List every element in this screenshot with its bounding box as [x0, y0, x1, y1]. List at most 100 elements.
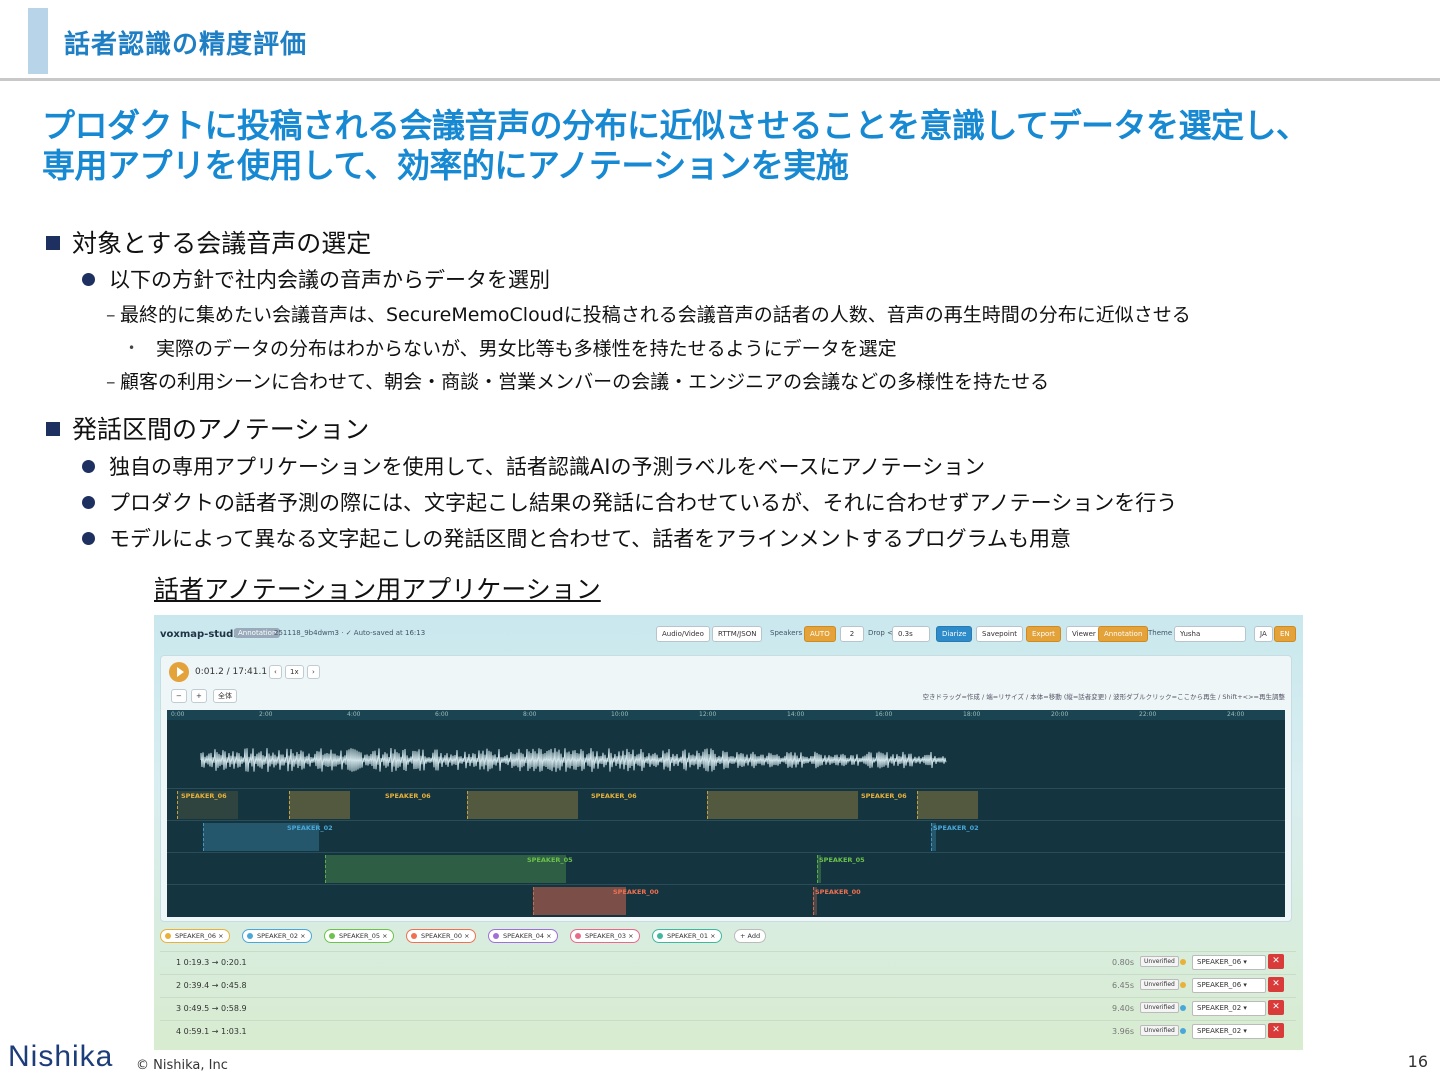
delete-segment-button[interactable]: ✕: [1268, 977, 1284, 992]
bullet-text: モデルによって異なる文字起こしの発話区間と合わせて、話者をアラインメントするプロ…: [109, 527, 1072, 551]
segment-label: SPEAKER_05: [819, 856, 865, 864]
ruler-tick: 0:00: [171, 711, 185, 718]
theme-select[interactable]: Yusha: [1174, 626, 1246, 642]
zoom-out-button[interactable]: −: [171, 689, 187, 703]
savepoint-button[interactable]: Savepoint: [976, 626, 1024, 642]
chip-remove-icon[interactable]: ×: [626, 932, 633, 940]
add-speaker-button[interactable]: + Add: [734, 929, 767, 943]
diarize-button[interactable]: Diarize: [936, 626, 973, 642]
verify-status-badge[interactable]: Unverified: [1140, 979, 1179, 990]
section-1-heading: 対象とする会議音声の選定: [46, 224, 371, 260]
segment[interactable]: [707, 791, 858, 819]
copyright: © Nishika, Inc: [136, 1058, 228, 1073]
audio-video-button[interactable]: Audio/Video: [656, 626, 710, 642]
lane-speaker-05[interactable]: SPEAKER_05 SPEAKER_05: [167, 852, 1285, 885]
segment-label: SPEAKER_05: [527, 856, 573, 864]
fit-all-button[interactable]: 全体: [213, 689, 237, 703]
ruler-tick: 24:00: [1227, 711, 1245, 718]
lane-speaker-00[interactable]: SPEAKER_00 SPEAKER_00: [167, 884, 1285, 917]
annotation-app-screenshot: voxmap-studio Annotation 251118_9b4dwm3 …: [154, 615, 1303, 1050]
chip-remove-icon[interactable]: ×: [298, 932, 305, 940]
segment-label: SPEAKER_06: [861, 792, 907, 800]
auto-button[interactable]: AUTO: [804, 626, 836, 642]
speaker-chip[interactable]: SPEAKER_00 ×: [406, 929, 476, 943]
square-bullet-icon: [46, 422, 60, 436]
delete-segment-button[interactable]: ✕: [1268, 1023, 1284, 1038]
chip-remove-icon[interactable]: ×: [708, 932, 715, 940]
circle-bullet-icon: [82, 460, 95, 473]
segment[interactable]: [917, 791, 978, 819]
speaker-chip[interactable]: SPEAKER_06 ×: [160, 929, 230, 943]
section-1-dash-2: – 顧客の利用シーンに合わせて、朝会・商談・営業メンバーの会議・エンジニアの会議な…: [106, 371, 1050, 393]
en-button[interactable]: EN: [1274, 626, 1296, 642]
app-toolbar: voxmap-studio Annotation 251118_9b4dwm3 …: [154, 615, 1303, 651]
seek-back-button[interactable]: ‹: [269, 665, 282, 679]
speaker-color-dot: [1180, 1005, 1186, 1011]
speaker-color-dot: [1180, 959, 1186, 965]
chip-remove-icon[interactable]: ×: [462, 932, 469, 940]
time-ruler: 0:00 2:00 4:00 6:00 8:00 10:00 12:00 14:00 16:00…: [167, 710, 1285, 720]
lead-line-2: 専用アプリを使用して、効率的にアノテーションを実施: [42, 146, 849, 185]
speaker-color-dot: [657, 933, 663, 939]
speaker-chip[interactable]: SPEAKER_01 ×: [652, 929, 722, 943]
segment[interactable]: [467, 791, 578, 819]
chip-remove-icon[interactable]: ×: [216, 932, 223, 940]
drop-select[interactable]: 0.3s: [892, 626, 930, 642]
lane-speaker-06[interactable]: SPEAKER_06 SPEAKER_06 SPEAKER_06 SPEAKER…: [167, 788, 1285, 821]
speaker-select[interactable]: SPEAKER_02 ▾: [1192, 1024, 1266, 1039]
speaker-select-value: SPEAKER_06: [1197, 981, 1242, 989]
speaker-chip-label: SPEAKER_06: [175, 932, 217, 940]
speaker-chip[interactable]: SPEAKER_04 ×: [488, 929, 558, 943]
speaker-chip-label: SPEAKER_03: [585, 932, 627, 940]
speed-button[interactable]: 1x: [285, 665, 304, 679]
speaker-chip[interactable]: SPEAKER_05 ×: [324, 929, 394, 943]
ruler-tick: 10:00: [611, 711, 629, 718]
segment-label: SPEAKER_06: [591, 792, 637, 800]
annotation-button[interactable]: Annotation: [1098, 626, 1149, 642]
speakers-input[interactable]: 2: [840, 626, 864, 642]
circle-bullet-icon: [82, 532, 95, 545]
segment-row[interactable]: 1 0:19.3 → 0:20.1 0.80s Unverified SPEAKER_…: [160, 951, 1296, 974]
zoom-in-button[interactable]: +: [191, 689, 207, 703]
segment-row[interactable]: 2 0:39.4 → 0:45.8 6.45s Unverified SPEAKER_…: [160, 974, 1296, 997]
export-button[interactable]: Export: [1026, 626, 1061, 642]
segment-range: 3 0:49.5 → 0:58.9: [176, 1004, 247, 1013]
segment-label: SPEAKER_02: [933, 824, 979, 832]
figure-caption: 話者アノテーション用アプリケーション: [154, 575, 601, 604]
verify-status-badge[interactable]: Unverified: [1140, 956, 1179, 967]
segment-row[interactable]: 4 0:59.1 → 1:03.1 3.96s Unverified SPEAKER_…: [160, 1020, 1296, 1043]
lane-speaker-02[interactable]: SPEAKER_02 SPEAKER_02: [167, 820, 1285, 853]
timeline-canvas[interactable]: 0:00 2:00 4:00 6:00 8:00 10:00 12:00 14:00 16:00…: [167, 710, 1285, 917]
delete-segment-button[interactable]: ✕: [1268, 954, 1284, 969]
viewer-button[interactable]: Viewer: [1066, 626, 1102, 642]
speaker-chip-label: SPEAKER_01: [667, 932, 709, 940]
chip-remove-icon[interactable]: ×: [380, 932, 387, 940]
speaker-chip[interactable]: SPEAKER_03 ×: [570, 929, 640, 943]
lead-message: プロダクトに投稿される会議音声の分布に近似させることを意識してデータを選定し、 …: [42, 106, 1309, 186]
verify-status-badge[interactable]: Unverified: [1140, 1002, 1179, 1013]
seek-forward-button[interactable]: ›: [307, 665, 320, 679]
speaker-select-value: SPEAKER_02: [1197, 1027, 1242, 1035]
play-icon[interactable]: [169, 662, 189, 682]
speaker-select[interactable]: SPEAKER_06 ▾: [1192, 978, 1266, 993]
delete-segment-button[interactable]: ✕: [1268, 1000, 1284, 1015]
ruler-tick: 22:00: [1139, 711, 1157, 718]
speakers-label: Speakers: [770, 629, 803, 637]
segment-row[interactable]: 3 0:49.5 → 0:58.9 9.40s Unverified SPEAKER_…: [160, 997, 1296, 1020]
verify-status-badge[interactable]: Unverified: [1140, 1025, 1179, 1036]
speaker-color-dot: [411, 933, 417, 939]
square-bullet-icon: [46, 236, 60, 250]
ruler-tick: 16:00: [875, 711, 893, 718]
chip-remove-icon[interactable]: ×: [544, 932, 551, 940]
speaker-select[interactable]: SPEAKER_06 ▾: [1192, 955, 1266, 970]
dash-text: 顧客の利用シーンに合わせて、朝会・商談・営業メンバーの会議・エンジニアの会議など…: [120, 371, 1050, 393]
speaker-select[interactable]: SPEAKER_02 ▾: [1192, 1001, 1266, 1016]
segment[interactable]: [289, 791, 350, 819]
app-brand: voxmap-studio: [160, 629, 244, 640]
page-title: 話者認識の精度評価: [64, 30, 308, 60]
ja-button[interactable]: JA: [1254, 626, 1273, 642]
rttm-json-button[interactable]: RTTM/JSON: [712, 626, 763, 642]
speaker-chip[interactable]: SPEAKER_02 ×: [242, 929, 312, 943]
segment-duration: 9.40s: [1112, 1004, 1134, 1013]
speaker-color-dot: [1180, 982, 1186, 988]
